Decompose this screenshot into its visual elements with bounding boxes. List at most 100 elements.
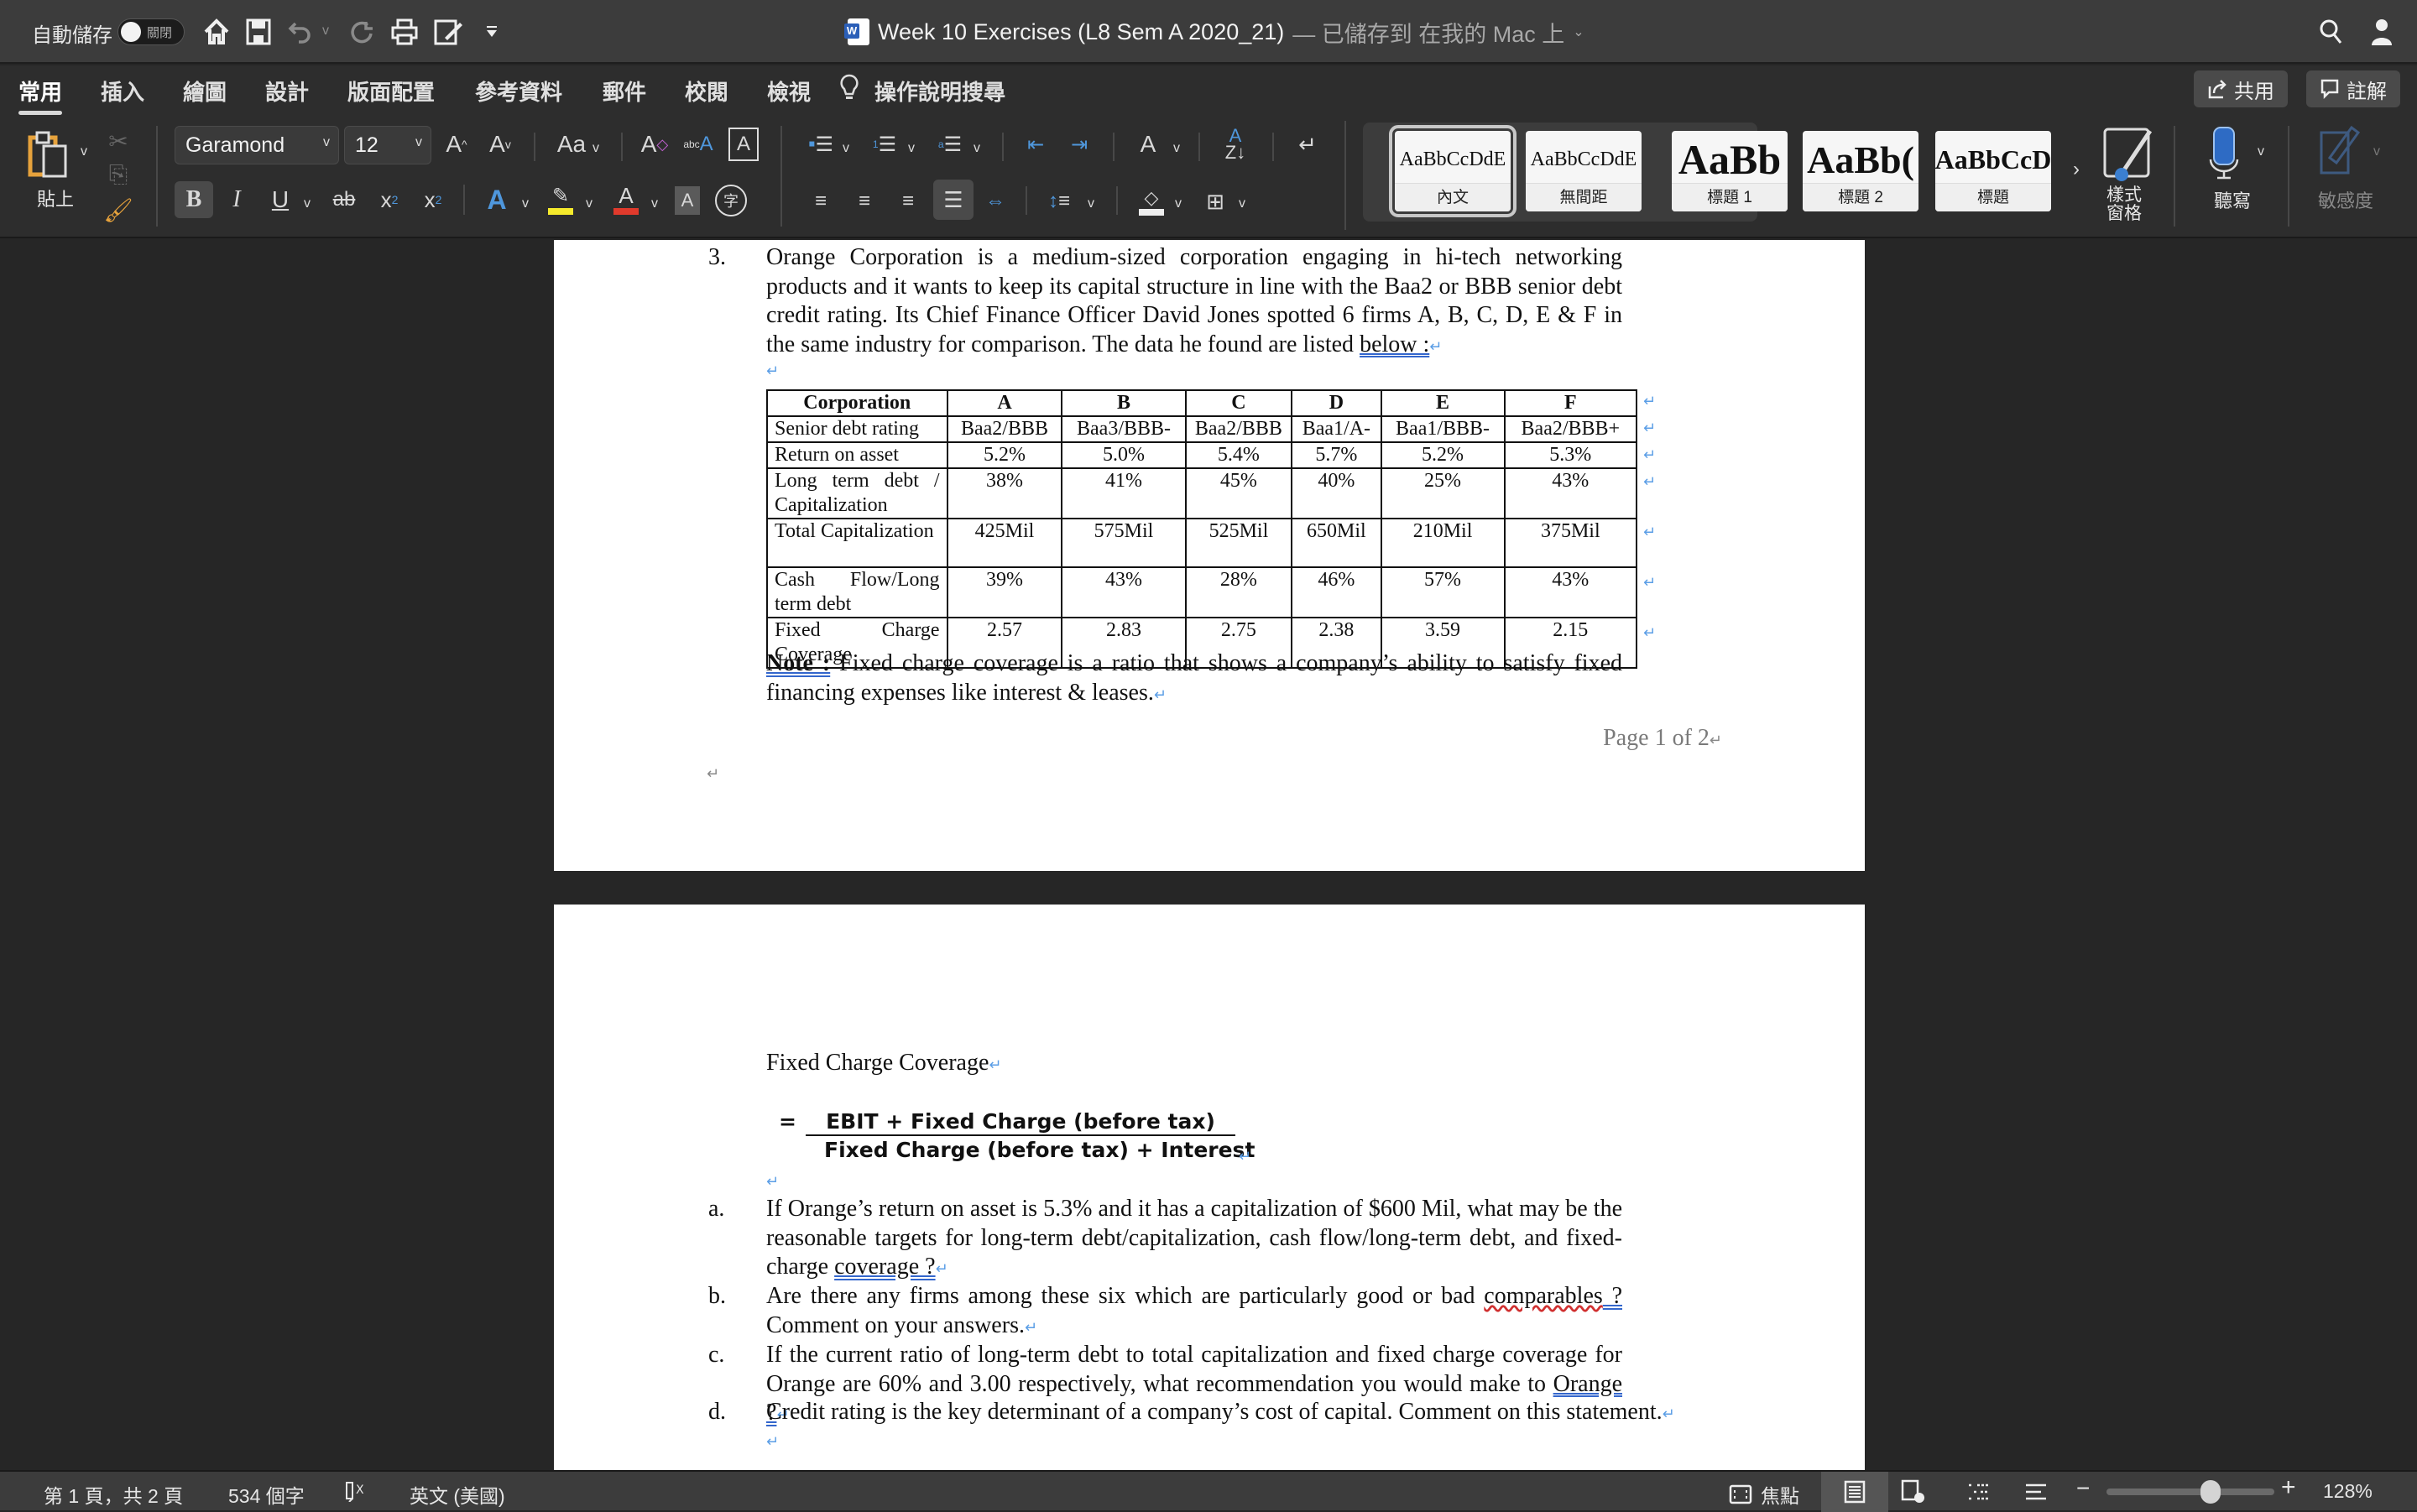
value-cell[interactable]: 40% xyxy=(1291,467,1382,519)
language[interactable]: 英文 (美國) xyxy=(410,1480,505,1509)
value-cell[interactable]: 210Mil xyxy=(1380,518,1506,568)
value-cell[interactable]: 425Mil xyxy=(946,518,1063,568)
row-label-cell[interactable]: Long term debt / Capitalization xyxy=(766,467,948,519)
dictate-microphone-icon[interactable] xyxy=(2207,126,2241,185)
table-header-label[interactable]: Corporation xyxy=(766,389,948,417)
page-1[interactable]: 3. Orange Corporation is a medium-sized … xyxy=(554,240,1865,871)
character-shading-icon[interactable]: A xyxy=(675,186,700,215)
text-effects-icon[interactable]: A xyxy=(480,181,514,218)
value-cell[interactable]: 525Mil xyxy=(1184,518,1293,568)
zoom-in-button[interactable]: + xyxy=(2281,1473,2296,1502)
tab-home[interactable]: 常用 xyxy=(18,76,63,115)
line-spacing-dropdown-icon[interactable]: v xyxy=(1088,196,1094,211)
value-cell[interactable]: 575Mil xyxy=(1061,518,1187,568)
row-label-cell[interactable]: Return on asset xyxy=(766,441,948,469)
value-cell[interactable]: 5.2% xyxy=(1380,441,1506,469)
page-info[interactable]: 第 1 頁，共 2 頁 xyxy=(44,1480,183,1509)
shading-dropdown-icon[interactable]: v xyxy=(1175,196,1182,211)
value-cell[interactable]: 25% xyxy=(1380,467,1506,519)
font-color-icon[interactable]: A xyxy=(609,180,643,218)
style-heading-1[interactable]: AaBb 標題 1 xyxy=(1672,131,1788,211)
value-cell[interactable]: Baa2/BBB xyxy=(1184,415,1293,443)
column-header-cell[interactable]: B xyxy=(1061,389,1187,417)
style-title[interactable]: AaBbCcD 標題 xyxy=(1935,131,2051,211)
value-cell[interactable]: 43% xyxy=(1503,467,1638,519)
zoom-slider-handle[interactable] xyxy=(2200,1480,2221,1504)
print-icon[interactable] xyxy=(386,13,423,50)
page-2[interactable]: Fixed Charge Coverage↵ = EBIT + Fixed Ch… xyxy=(554,905,1865,1470)
value-cell[interactable]: 41% xyxy=(1061,467,1187,519)
value-cell[interactable]: 5.3% xyxy=(1503,441,1638,469)
grow-font-icon[interactable]: A ^ xyxy=(440,128,473,161)
justify-icon[interactable]: ☰ xyxy=(933,180,974,220)
tab-view[interactable]: 檢視 xyxy=(767,76,811,107)
column-header-cell[interactable]: E xyxy=(1380,389,1506,417)
value-cell[interactable]: 375Mil xyxy=(1503,518,1638,568)
underline-button[interactable]: U xyxy=(265,181,295,218)
zoom-slider[interactable] xyxy=(2106,1489,2274,1495)
highlight-color-icon[interactable]: ✎ xyxy=(544,180,577,218)
redo-icon[interactable] xyxy=(344,13,381,50)
value-cell[interactable]: 57% xyxy=(1380,566,1506,618)
show-formatting-marks-icon[interactable]: ↵ xyxy=(1291,128,1324,161)
underline-dropdown-icon[interactable]: v xyxy=(304,196,311,211)
font-color-dropdown-icon[interactable]: v xyxy=(651,196,658,211)
row-label-cell[interactable]: Senior debt rating xyxy=(766,415,948,443)
save-icon[interactable] xyxy=(240,13,277,50)
value-cell[interactable]: 38% xyxy=(946,467,1063,519)
value-cell[interactable]: 46% xyxy=(1291,566,1382,618)
sensitivity-icon[interactable] xyxy=(2318,124,2361,182)
tab-review[interactable]: 校閱 xyxy=(685,76,728,107)
value-cell[interactable]: 28% xyxy=(1184,566,1293,618)
tab-draw[interactable]: 繪圖 xyxy=(183,76,227,107)
value-cell[interactable]: 5.2% xyxy=(946,441,1063,469)
value-cell[interactable]: 5.4% xyxy=(1184,441,1293,469)
column-header-cell[interactable]: F xyxy=(1503,389,1638,417)
focus-mode-button[interactable]: 焦點 xyxy=(1729,1480,1799,1509)
autosave-toggle[interactable]: 關閉 xyxy=(117,18,185,45)
value-cell[interactable]: 45% xyxy=(1184,467,1293,519)
font-size-combo[interactable]: 12 v xyxy=(344,126,431,164)
character-spacing-dropdown-icon[interactable]: v xyxy=(1173,141,1180,156)
numbering-icon[interactable]: 1 ☰ xyxy=(869,128,900,161)
copy-icon[interactable]: ⎘ xyxy=(106,159,131,190)
font-name-combo[interactable]: Garamond v xyxy=(175,126,339,164)
bold-button[interactable]: B xyxy=(175,181,213,218)
tab-mailings[interactable]: 郵件 xyxy=(603,76,646,107)
undo-icon[interactable] xyxy=(282,13,319,50)
value-cell[interactable]: Baa3/BBB- xyxy=(1061,415,1187,443)
multilevel-dropdown-icon[interactable]: v xyxy=(974,141,980,156)
value-cell[interactable]: 43% xyxy=(1503,566,1638,618)
phonetic-guide-icon[interactable]: abc A xyxy=(681,126,715,163)
sort-icon[interactable]: A Z↓ xyxy=(1219,126,1252,163)
tab-design[interactable]: 設計 xyxy=(265,76,309,107)
document-canvas[interactable]: 3. Orange Corporation is a medium-sized … xyxy=(0,240,2417,1470)
edit-document-icon[interactable] xyxy=(430,13,467,50)
grammar-flag[interactable]: ? xyxy=(1603,1283,1622,1309)
tab-insert[interactable]: 插入 xyxy=(101,76,144,107)
styles-pane-icon[interactable] xyxy=(2101,124,2155,189)
align-center-icon[interactable]: ≡ xyxy=(849,185,880,218)
shrink-font-icon[interactable]: Av xyxy=(483,128,517,161)
column-header-cell[interactable]: C xyxy=(1184,389,1293,417)
format-painter-icon[interactable]: 🖌 xyxy=(103,195,133,225)
value-cell[interactable]: Baa1/A- xyxy=(1291,415,1382,443)
draft-view-button[interactable] xyxy=(2002,1472,2070,1512)
style-no-spacing[interactable]: AaBbCcDdE 無間距 xyxy=(1526,131,1642,211)
line-spacing-icon[interactable]: ↕ ≡ xyxy=(1044,185,1074,218)
proofing-icon[interactable]: X xyxy=(344,1480,371,1507)
home-icon[interactable] xyxy=(198,13,235,50)
dictate-dropdown-icon[interactable]: v xyxy=(2258,144,2264,159)
spelling-error[interactable]: comparables xyxy=(1484,1283,1603,1309)
column-header-cell[interactable]: D xyxy=(1291,389,1382,417)
style-normal[interactable]: AaBbCcDdE 內文 xyxy=(1389,125,1516,217)
column-header-cell[interactable]: A xyxy=(946,389,1063,417)
value-cell[interactable]: 5.0% xyxy=(1061,441,1187,469)
web-layout-view-button[interactable] xyxy=(1880,1472,1947,1512)
value-cell[interactable]: Baa1/BBB- xyxy=(1380,415,1506,443)
print-layout-view-button[interactable] xyxy=(1821,1472,1888,1512)
comments-button[interactable]: 註解 xyxy=(2306,70,2400,107)
subscript-button[interactable]: x2 xyxy=(374,181,405,218)
document-title[interactable]: Week 10 Exercises (L8 Sem A 2020_21) — 已… xyxy=(844,17,1584,47)
value-cell[interactable]: 39% xyxy=(946,566,1063,618)
